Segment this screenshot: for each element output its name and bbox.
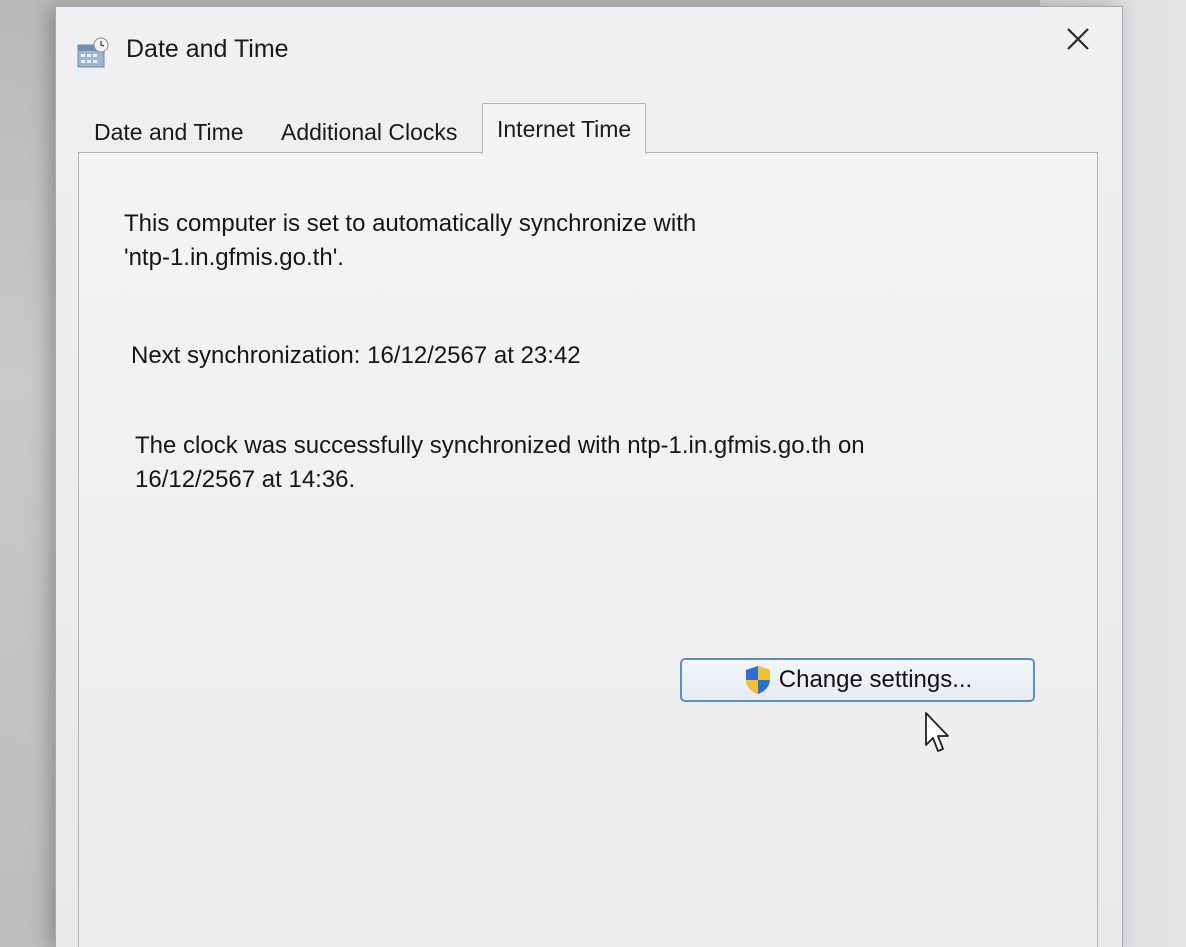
close-icon (1067, 28, 1089, 50)
status-text-line-2: 16/12/2567 at 14:36. (135, 466, 356, 493)
internet-time-panel: This computer is set to automatically sy… (78, 152, 1098, 947)
date-time-icon (77, 37, 109, 68)
uac-shield-icon (745, 666, 770, 694)
tab-label: Date and Time (94, 118, 244, 145)
mouse-pointer-icon (925, 712, 949, 752)
window-title: Date and Time (126, 35, 289, 63)
sync-text-line-1: This computer is set to automatically sy… (124, 210, 697, 237)
tab-label: Internet Time (497, 115, 632, 142)
tab-bar: Date and Time Additional Clocks Internet… (78, 103, 1098, 154)
title-bar[interactable]: Date and Time (56, 7, 1122, 91)
status-text-line-1: The clock was successfully synchronized … (135, 432, 865, 459)
change-settings-label: Change settings... (778, 666, 973, 693)
change-settings-button[interactable]: Change settings... (680, 658, 1035, 702)
close-button[interactable] (1056, 19, 1100, 59)
date-time-dialog: Date and Time Date and Time Additional C… (55, 6, 1123, 947)
tab-label: Additional Clocks (281, 118, 458, 145)
tab-date-and-time[interactable]: Date and Time (94, 111, 244, 153)
sync-server-text: This computer is set to automatically sy… (124, 207, 696, 275)
sync-status-text: The clock was successfully synchronized … (135, 429, 865, 497)
sync-text-line-2: 'ntp-1.in.gfmis.go.th'. (124, 244, 344, 271)
next-sync-text: Next synchronization: 16/12/2567 at 23:4… (131, 342, 581, 369)
tab-additional-clocks[interactable]: Additional Clocks (281, 111, 457, 153)
tab-internet-time[interactable]: Internet Time (482, 103, 647, 154)
